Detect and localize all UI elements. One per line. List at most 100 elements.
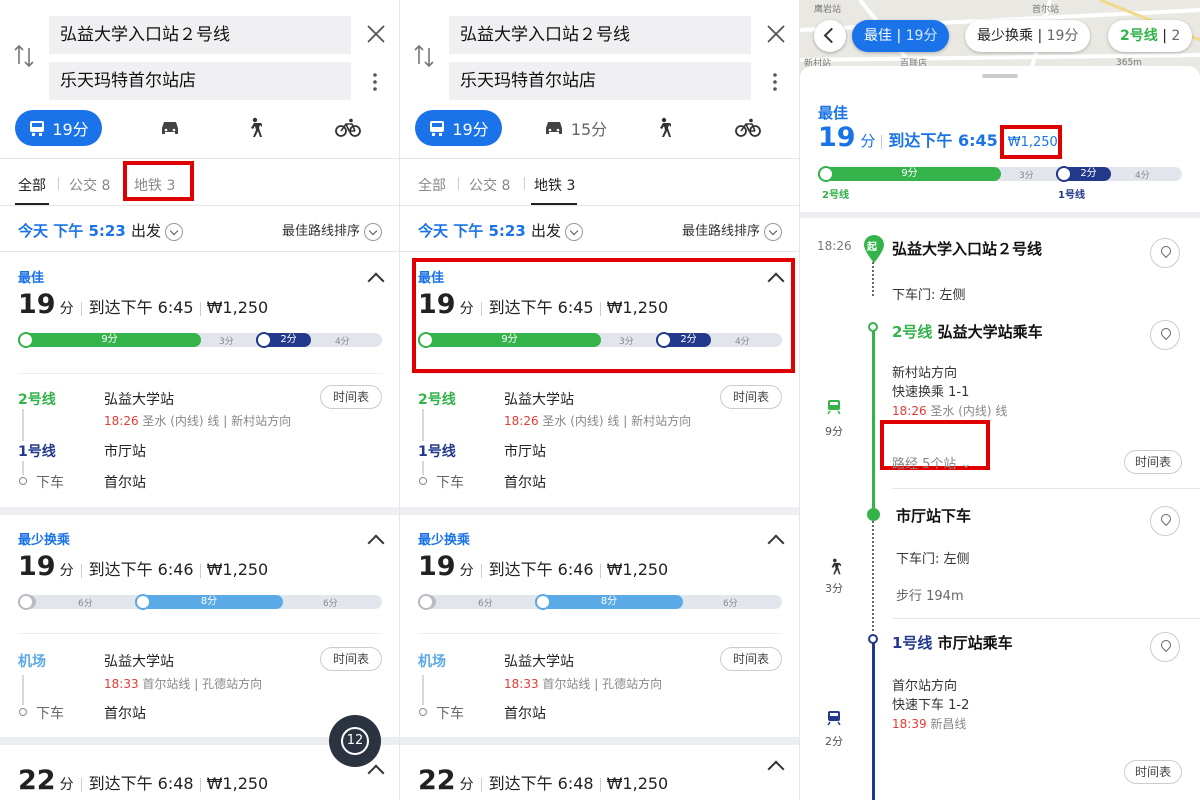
route-detail-panel: 鹰岩站 新村站 百联店 首尔站 365m 最佳 | 19分 最少换乘 | 19分… [800,0,1200,800]
origin-input[interactable]: 弘益大学入口站２号线 [49,16,351,54]
timetable-button[interactable]: 时间表 [320,647,382,671]
segment-duration: 2分 [280,334,297,345]
stops-expander[interactable]: 路经 5个站 ⌄ [892,453,971,472]
transit-mode-button[interactable]: 19分 [415,110,502,146]
route-connector-line [22,675,24,705]
tab-bus-label: 公交 [469,178,497,194]
route-card-best[interactable]: 最佳 19 分到达下午 6:45 ₩1,250 9分 3分 2分 4分 2号线 弘益… [0,253,399,507]
segment-duration: 9分 [901,168,918,179]
timetable-button[interactable]: 时间表 [720,385,782,409]
chevron-down-icon [764,222,782,241]
departure-detail: 18:26 圣水 (内线) 线 [892,402,1007,419]
origin-input[interactable]: 弘益大学入口站２号线 [449,16,751,54]
walk-connector [872,516,874,631]
more-options-icon[interactable] [766,70,784,94]
segment-duration: 9分 [501,334,518,345]
bike-mode-button[interactable] [326,110,370,146]
tab-divider [58,177,59,190]
departure-time: 18:26 [104,414,139,428]
bike-mode-button[interactable] [726,110,770,146]
sort-selector[interactable]: 最佳路线排序 [282,220,382,241]
chevron-down-icon [364,222,382,241]
transit-mode-button[interactable]: 19分 [15,110,102,146]
divider [418,373,782,374]
board-station: 市厅站乘车 [937,634,1013,652]
collapse-icon[interactable] [767,760,785,778]
car-mode-button[interactable]: 15分 [535,110,615,146]
timetable-button[interactable]: 时间表 [320,385,382,409]
direction: 新村站方向 [892,366,958,381]
active-tab-indicator [531,203,577,205]
tab-bus[interactable]: 公交 8 [69,175,110,195]
location-pin-button[interactable] [1150,506,1180,536]
departure-time-selector[interactable]: 今天 下午 5:23 出发 [18,220,184,241]
tab-subway[interactable]: 地铁 3 [134,175,175,195]
location-pin-button[interactable] [1150,320,1180,350]
walk-segment [18,594,36,610]
location-pin-button[interactable] [1150,238,1180,268]
close-icon[interactable] [764,22,788,46]
close-icon[interactable] [364,22,388,46]
line-label-airport: 机场 [418,654,446,670]
route-summary: 19 分到达下午 6:46 ₩1,250 [418,551,668,582]
drag-handle[interactable] [982,74,1018,78]
collapse-icon[interactable] [367,272,385,290]
start-badge: 起 [867,242,877,253]
car-mode-button[interactable] [135,110,205,146]
destination-input[interactable]: 乐天玛特首尔站店 [49,62,351,100]
timetable-button[interactable]: 时间表 [720,647,782,671]
line-label: 2号线 [892,323,933,341]
tab-bus[interactable]: 公交 8 [469,175,510,195]
location-pin-button[interactable] [1150,632,1180,662]
route-card-fewest-transfers[interactable]: 最少换乘 19 分到达下午 6:46 ₩1,250 6分 8分 6分 机场 弘益大学… [0,515,399,737]
tab-divider [458,177,459,190]
walk-mode-button[interactable] [234,110,274,146]
departure-row: 今天 下午 5:23 出发 最佳路线排序 [400,207,799,252]
tab-subway[interactable]: 地铁 3 [534,175,575,195]
arrival-time: 到达下午 6:46 [88,560,194,579]
collapse-icon[interactable] [767,534,785,552]
walk-icon [831,558,841,575]
chip-best[interactable]: 最佳 | 19分 [852,20,950,52]
route-card-fewest-transfers[interactable]: 最少换乘 19 分到达下午 6:46 ₩1,250 6分 8分 6分 机场 弘益大学… [400,515,799,737]
route-card-best[interactable]: 最佳 19 分到达下午 6:45 ₩1,250 9分 3分 2分 4分 2号线 弘益… [400,253,799,507]
subway-icon [135,594,151,610]
direction-detail: 圣水 (内线) 线 | 新村站方向 [542,414,692,428]
collapse-icon[interactable] [767,272,785,290]
more-options-icon[interactable] [366,70,384,94]
walk-mode-button[interactable] [643,110,683,146]
chip-line2[interactable]: 2号线 | 2 [1108,20,1193,52]
route-card-third[interactable]: 22 分到达下午 6:48 ₩1,250 [400,745,799,800]
chip-fewest-transfers[interactable]: 最少换乘 | 19分 [965,20,1091,52]
arrival-time: 到达下午 6:45 [888,131,998,150]
alight-dot [419,477,427,485]
destination-input[interactable]: 乐天玛特首尔站店 [449,62,751,100]
refresh-button[interactable]: 12 [329,715,381,767]
direction-detail: 首尔站线 | 孔德站方向 [142,677,263,691]
bike-icon [735,118,761,137]
swap-icon[interactable] [413,42,435,70]
collapse-icon[interactable] [367,534,385,552]
tab-bus-count: 8 [101,178,111,194]
fare: ₩1,250 [206,298,269,317]
route-summary: 19 分到达下午 6:45 ₩1,250 [18,289,268,320]
tab-all[interactable]: 全部 [18,175,46,195]
timetable-button[interactable]: 时间表 [1124,450,1182,474]
sort-label: 最佳路线排序 [281,224,360,239]
arrival-time: 到达下午 6:46 [488,560,594,579]
route-minutes: 22 [18,765,56,796]
fare: ₩1,250 [206,560,269,579]
tab-all[interactable]: 全部 [418,175,446,195]
sort-selector[interactable]: 最佳路线排序 [682,220,782,241]
collapse-icon[interactable] [367,764,385,782]
card-separator [400,507,799,515]
timetable-button[interactable]: 时间表 [1124,760,1182,784]
swap-icon[interactable] [13,42,35,70]
back-button[interactable] [814,20,846,52]
departure-time-selector[interactable]: 今天 下午 5:23 出发 [418,220,584,241]
board-step-title: 2号线 弘益大学站乘车 [892,321,1043,342]
transit-filter-tabs: 全部 公交 8 地铁 3 [0,158,399,206]
segment-minutes: 9分 [825,425,843,438]
quick-exit: 快速下车 1-2 [892,698,970,713]
alight-station: 首尔站 [504,706,546,722]
